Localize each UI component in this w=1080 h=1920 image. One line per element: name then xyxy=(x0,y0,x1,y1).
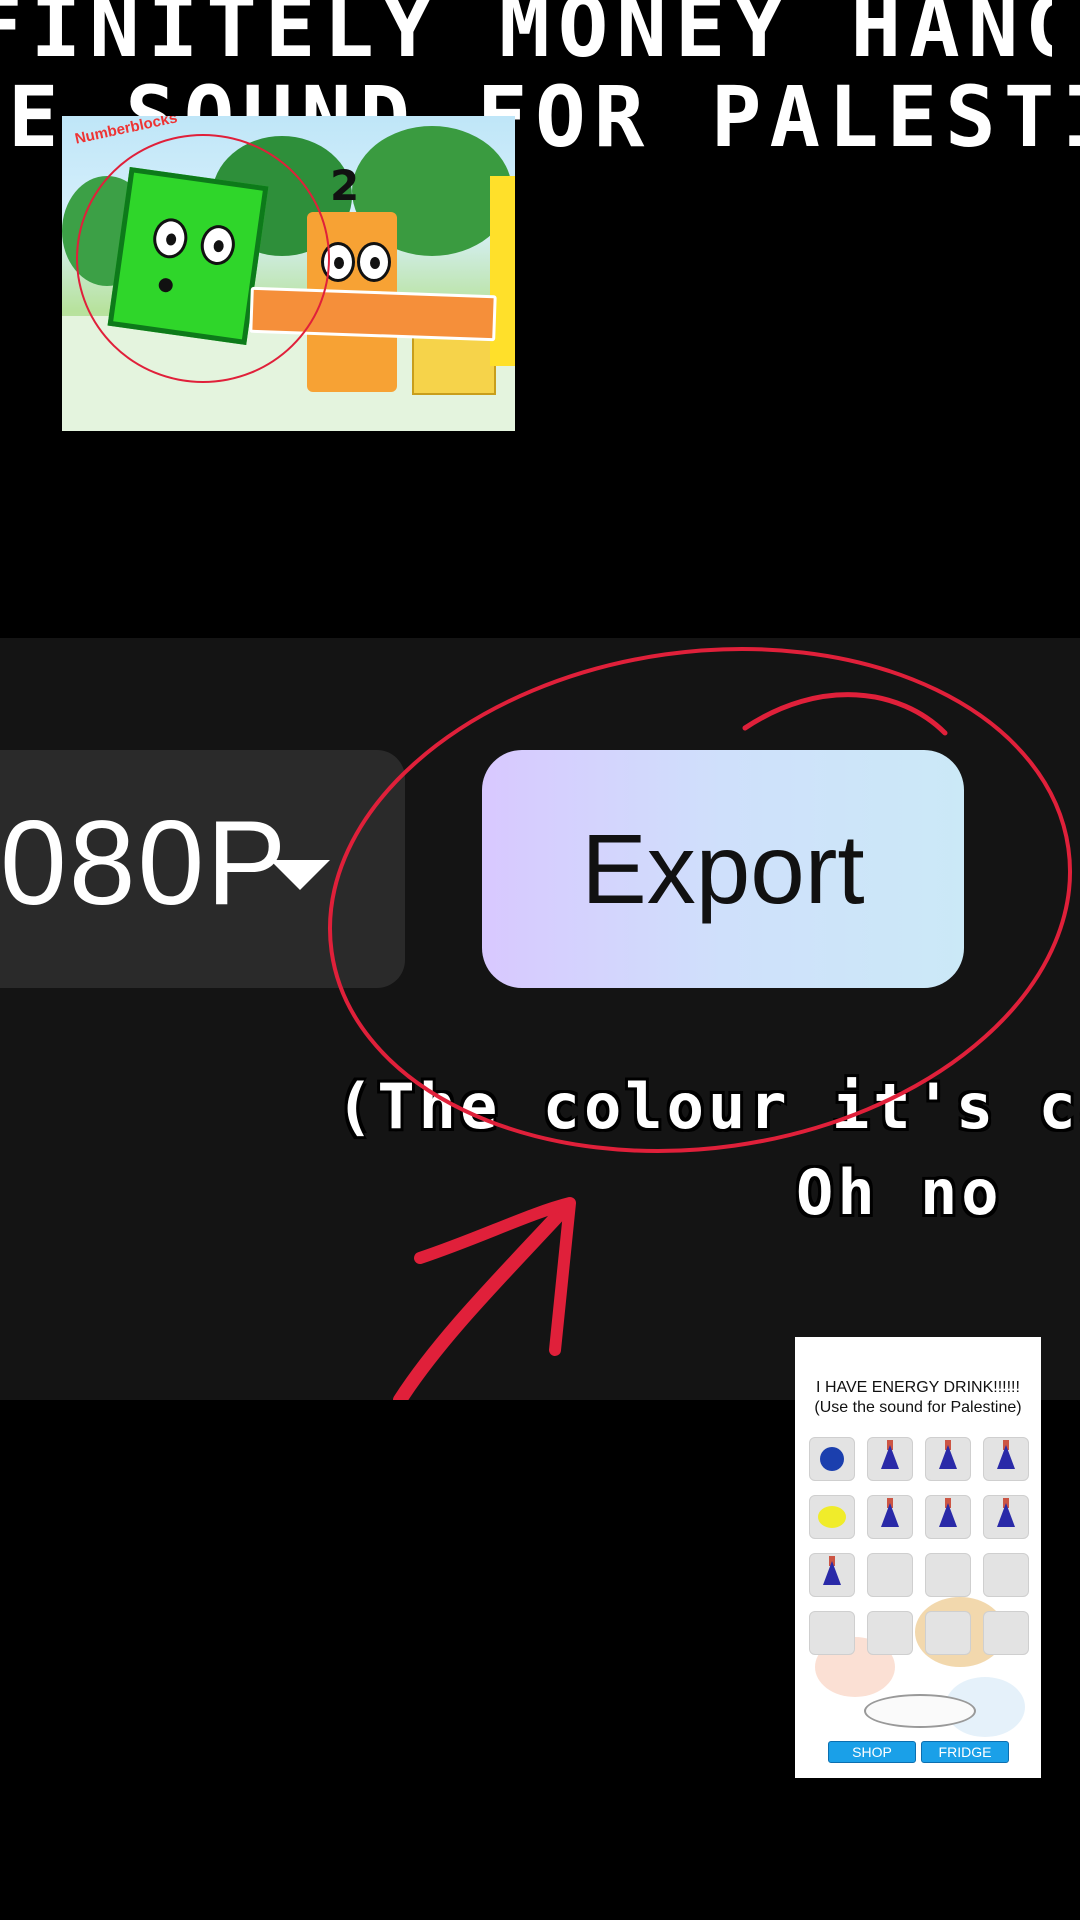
ingredient-slot[interactable] xyxy=(809,1611,855,1655)
blueberry-icon xyxy=(820,1447,844,1471)
potion-icon xyxy=(881,1445,899,1469)
potion-icon xyxy=(823,1561,841,1585)
ingredient-slot[interactable] xyxy=(867,1553,913,1597)
resolution-dropdown[interactable]: 080P xyxy=(0,750,405,988)
lemon-icon xyxy=(818,1506,846,1528)
ingredient-slot[interactable] xyxy=(925,1611,971,1655)
potion-icon xyxy=(997,1445,1015,1469)
cooking-game-thumbnail: I HAVE ENERGY DRINK!!!!!! (Use the sound… xyxy=(795,1337,1041,1778)
eye xyxy=(357,242,391,282)
ingredient-slot[interactable] xyxy=(809,1553,855,1597)
ingredient-slot[interactable] xyxy=(925,1437,971,1481)
ingredient-slot[interactable] xyxy=(983,1553,1029,1597)
potion-icon xyxy=(997,1503,1015,1527)
shop-button[interactable]: SHOP xyxy=(828,1741,916,1763)
fridge-button[interactable]: FRIDGE xyxy=(921,1741,1009,1763)
ingredient-slot[interactable] xyxy=(867,1611,913,1655)
ingredient-slot[interactable] xyxy=(925,1495,971,1539)
subtitle-line-2: Oh no xyxy=(796,1156,1003,1229)
ingredient-slot[interactable] xyxy=(809,1495,855,1539)
ingredient-slot[interactable] xyxy=(983,1611,1029,1655)
chevron-down-icon xyxy=(270,860,330,890)
ingredient-slot[interactable] xyxy=(809,1437,855,1481)
red-scribble xyxy=(742,692,948,736)
plate[interactable] xyxy=(864,1694,976,1728)
game-title-line-1: I HAVE ENERGY DRINK!!!!!! xyxy=(816,1379,1020,1396)
ingredient-slot[interactable] xyxy=(867,1495,913,1539)
number-label: 2 xyxy=(330,161,360,210)
red-arrow-shaft xyxy=(393,1201,572,1400)
export-button[interactable]: Export xyxy=(482,750,964,988)
potion-icon xyxy=(939,1503,957,1527)
caption-line-1: FINITELY MONEY HANGRY xyxy=(0,0,1052,76)
numberblocks-thumbnail: 2 Numberblocks xyxy=(62,116,515,431)
ingredient-slot[interactable] xyxy=(983,1437,1029,1481)
game-title-line-2: (Use the sound for Palestine) xyxy=(814,1399,1022,1416)
ingredient-slot[interactable] xyxy=(925,1553,971,1597)
ingredient-slot[interactable] xyxy=(983,1495,1029,1539)
subtitle-line-1: (The colour it's cap xyxy=(336,1070,1080,1143)
red-arrow-head xyxy=(414,1197,576,1356)
export-panel-zoom: 080P Export (The colour it's cap Oh no xyxy=(0,638,1080,1400)
potion-icon xyxy=(939,1445,957,1469)
game-title: I HAVE ENERGY DRINK!!!!!! (Use the sound… xyxy=(795,1378,1041,1418)
red-circle-annotation xyxy=(76,134,330,383)
resolution-label: 080P xyxy=(0,796,289,930)
potion-icon xyxy=(881,1503,899,1527)
ingredient-slot[interactable] xyxy=(867,1437,913,1481)
